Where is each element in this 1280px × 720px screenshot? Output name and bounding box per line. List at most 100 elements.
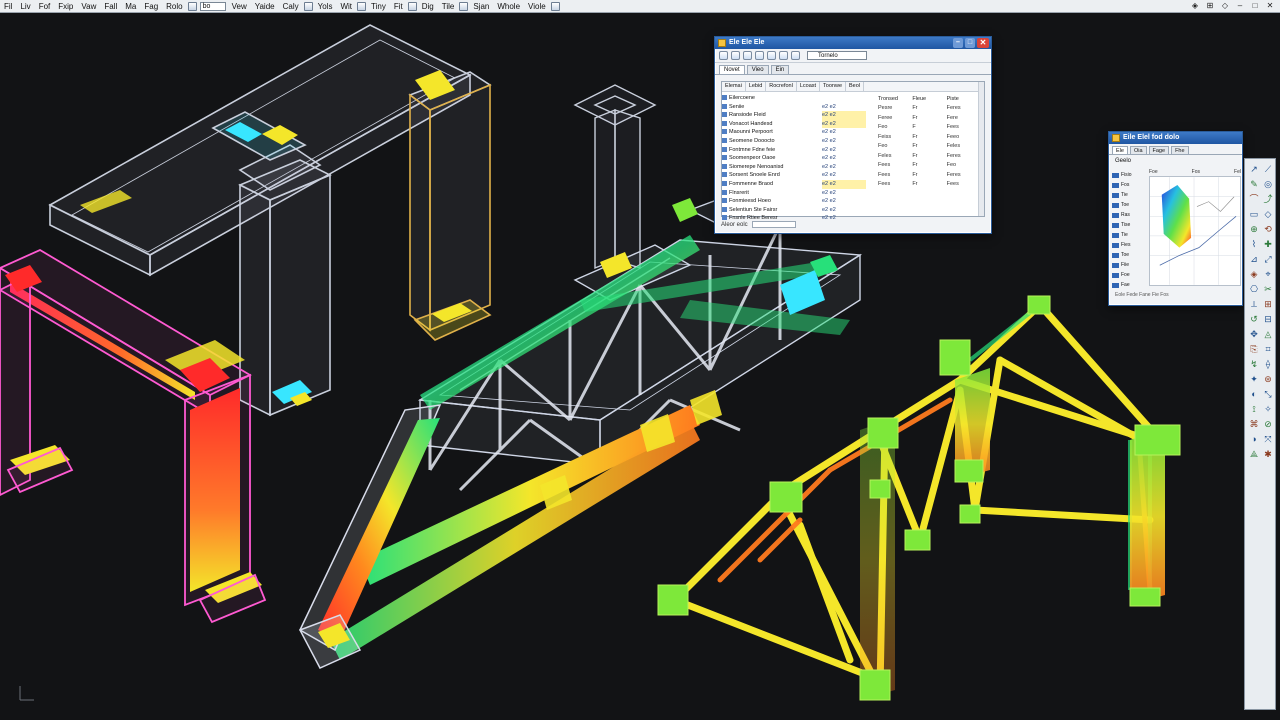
menu-tiny[interactable]: Tiny [367,2,390,11]
result-list-item[interactable]: Tie [1112,190,1146,200]
palette-tool-icon[interactable]: ⤢ [1262,253,1274,265]
tree-row-value[interactable]: e2 e2 [822,128,866,137]
table-icon[interactable] [767,51,776,60]
tree-row-value[interactable]: e2 e2 [822,197,866,206]
structure-scene[interactable] [0,13,1280,720]
palette-tool-icon[interactable]: ⊟ [1262,313,1274,325]
tree-row-value[interactable]: e2 e2 [822,171,866,180]
palette-tool-icon[interactable]: ⌘ [1248,418,1260,430]
palette-tool-icon[interactable]: ✂ [1262,283,1274,295]
palette-tool-icon[interactable]: ⌇ [1248,238,1260,250]
palette-tool-icon[interactable]: ⌒ [1248,193,1260,205]
tree-row[interactable]: Siomerepe Nenoanisd e2 e2 [722,163,870,172]
tree-row-value[interactable]: e2 e2 [822,206,866,215]
tree-row[interactable]: Fontmne Fdne feie e2 e2 [722,146,870,155]
palette-tool-icon[interactable]: ✎ [1248,178,1260,190]
result-dialog[interactable]: Eile Elel fod dolo Ele Oia Fage Fhe Geel… [1108,131,1243,306]
3d-viewport[interactable] [0,13,1280,720]
properties-dialog[interactable]: Ele Ele Ele – □ ✕ Tornelo Novet Vieo Ein… [714,36,992,234]
palette-tool-icon[interactable]: ✥ [1248,328,1260,340]
tree-row[interactable]: Soomenpeor Oaoe e2 e2 [722,154,870,163]
palette-tool-icon[interactable]: ⟂ [1248,298,1260,310]
tree-row-value[interactable]: e2 e2 [822,163,866,172]
palette-tool-icon[interactable]: ✱ [1262,448,1274,460]
palette-tool-icon[interactable]: ⤴ [1262,193,1274,205]
tree-row[interactable]: Flnsrerit e2 e2 [722,189,870,198]
result-list-item[interactable]: Fisio [1112,170,1146,180]
tree-row-value[interactable]: e2 e2 [822,111,866,120]
palette-tool-icon[interactable]: ⊘ [1262,418,1274,430]
result-list-item[interactable]: Fies [1112,240,1146,250]
tree-row[interactable]: Sorsent Snoele Enrd e2 e2 [722,171,870,180]
measure-icon[interactable]: ◇ [1219,1,1231,11]
column-header[interactable]: Elemai [722,82,746,91]
menu-ma[interactable]: Ma [121,2,140,11]
filter-icon[interactable] [743,51,752,60]
minimize-icon[interactable]: – [953,38,963,48]
status-field[interactable] [752,221,797,228]
tree-row[interactable]: Fommenne Braod e2 e2 [722,179,870,189]
menu-wit[interactable]: Wit [336,2,356,11]
tree-row[interactable]: Seomene Dooocto e2 e2 [722,137,870,146]
palette-tool-icon[interactable]: ⤧ [1262,433,1274,445]
palette-tool-icon[interactable]: ⟁ [1248,448,1260,460]
result-list-item[interactable]: Toe [1112,250,1146,260]
menu-fall[interactable]: Fall [100,2,121,11]
menu-view[interactable]: Vaw [77,2,100,11]
menu-vew[interactable]: Vew [228,2,251,11]
minimize-icon[interactable]: – [1234,1,1246,11]
stress-contour-plot[interactable] [1149,176,1241,286]
result-list-item[interactable]: Fae [1112,280,1146,290]
redo-icon[interactable] [407,1,417,11]
layer-field[interactable]: bo [199,1,226,11]
palette-tool-icon[interactable]: ↺ [1248,313,1260,325]
palette-tool-icon[interactable]: ⊿ [1248,253,1260,265]
palette-tool-icon[interactable]: ⊛ [1262,373,1274,385]
tree-row[interactable]: Selentiun Ste Fairsr e2 e2 [722,206,870,215]
column-header[interactable]: Rocrefonl [766,82,797,91]
tree-row[interactable]: Maounni Perpoort e2 e2 [722,128,870,137]
tree-row[interactable]: Ransiode Fleid e2 e2 [722,111,870,120]
result-dialog-titlebar[interactable]: Eile Elel fod dolo [1109,132,1242,144]
tree-row-value[interactable]: e2 e2 [822,189,866,198]
maximize-icon[interactable]: □ [965,38,975,48]
palette-tool-icon[interactable]: ✧ [1262,403,1274,415]
tree-row[interactable]: Fonmieesd Hoeo e2 e2 [722,197,870,206]
palette-tool-icon[interactable]: ↗ [1248,163,1260,175]
menu-rolo[interactable]: Rolo [162,2,186,11]
vertical-scrollbar[interactable] [978,82,984,216]
result-list-item[interactable]: Fos [1112,180,1146,190]
menu-caly[interactable]: Caly [279,2,303,11]
menu-file[interactable]: Fil [0,2,16,11]
column-header[interactable]: Toonwe [820,82,847,91]
menu-fag[interactable]: Fag [140,2,162,11]
tab-fage[interactable]: Fage [1148,146,1170,154]
palette-tool-icon[interactable]: ◬ [1262,328,1274,340]
palette-tool-icon[interactable]: ◇ [1262,208,1274,220]
forward-icon[interactable] [731,51,740,60]
tab-ele[interactable]: Ele [1112,146,1128,154]
tree-row[interactable]: Seniie e2 e2 [722,103,870,112]
tab-fhe[interactable]: Fhe [1171,146,1189,154]
column-header[interactable]: Lcoast [797,82,821,91]
palette-tool-icon[interactable]: ⎔ [1248,283,1260,295]
result-list-item[interactable]: Foe [1112,270,1146,280]
tree-row-value[interactable]: e2 e2 [822,179,866,189]
column-header[interactable]: Lebid [746,82,767,91]
palette-tool-icon[interactable]: ◑ [1248,433,1260,445]
palette-tool-icon[interactable]: ✦ [1248,373,1260,385]
menu-sjan[interactable]: Sjan [469,2,493,11]
menu-tile[interactable]: Tile [438,2,459,11]
zoom-icon[interactable] [459,1,469,11]
menu-yols[interactable]: Yols [314,2,337,11]
tree-row-value[interactable]: e2 e2 [822,146,866,155]
menu-fof[interactable]: Fof [35,2,55,11]
close-icon[interactable]: ✕ [977,38,989,48]
tree-row[interactable]: Eilercoene [722,94,870,103]
palette-tool-icon[interactable]: ⊕ [1248,223,1260,235]
menu-fit[interactable]: Fit [390,2,407,11]
app-settings-icon[interactable]: ◈ [1189,1,1201,11]
tab-novet[interactable]: Novet [719,65,745,74]
menu-fxip[interactable]: Fxip [54,2,77,11]
tree-row-value[interactable]: e2 e2 [822,154,866,163]
